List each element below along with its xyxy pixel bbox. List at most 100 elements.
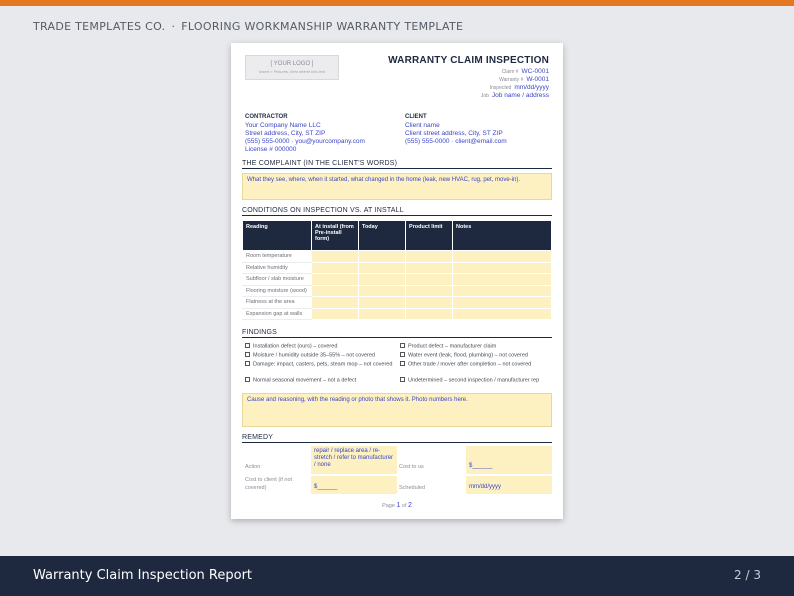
- cost-to-us-label: Cost to us: [399, 464, 424, 470]
- scheduled-label: Scheduled: [399, 485, 425, 491]
- logo-text: [ YOUR LOGO ]: [270, 61, 314, 67]
- cost-to-client-field[interactable]: $______: [311, 476, 397, 494]
- cell-input[interactable]: [452, 250, 552, 263]
- logo-hint: Insert > Pictures, then delete this text: [259, 69, 325, 74]
- slide-counter: 2 / 3: [734, 568, 761, 582]
- checkbox-icon[interactable]: [245, 343, 250, 348]
- cell-input[interactable]: [358, 273, 406, 286]
- cell-input[interactable]: [405, 250, 453, 263]
- contractor-address[interactable]: Street address, City, ST ZIP: [245, 130, 325, 137]
- finding-option[interactable]: Undetermined – second inspection / manuf…: [400, 377, 550, 384]
- column-header: At install (from Pre-install form): [311, 220, 359, 251]
- client-contact[interactable]: (555) 555-0000 · client@email.com: [405, 138, 507, 145]
- contractor-contact[interactable]: (555) 555-0000 · you@yourcompany.com: [245, 138, 365, 145]
- page-total: 2: [408, 502, 412, 509]
- inspected-date-field[interactable]: mm/dd/yyyy: [514, 84, 549, 91]
- job-field[interactable]: Job name / address: [492, 92, 549, 99]
- cell-input[interactable]: [311, 296, 359, 309]
- cell-input[interactable]: [452, 284, 552, 297]
- finding-option[interactable]: Damage: impact, casters, pets, steam mop…: [245, 361, 395, 368]
- job-row: Job Job name / address: [481, 92, 549, 99]
- contractor-name[interactable]: Your Company Name LLC: [245, 122, 321, 129]
- action-label: Action: [245, 464, 261, 470]
- cell-input[interactable]: [358, 284, 406, 297]
- cell-input[interactable]: [405, 307, 453, 320]
- footer-title: Warranty Claim Inspection Report: [33, 568, 253, 583]
- reading-label: Relative humidity: [242, 261, 312, 274]
- cost-to-client-label: Cost to client (if not covered): [245, 477, 293, 491]
- cell-input[interactable]: [405, 273, 453, 286]
- reading-label: Flatness at the area: [242, 296, 312, 309]
- action-field[interactable]: repair / replace area / re-stretch / ref…: [311, 446, 397, 474]
- cell-input[interactable]: [405, 261, 453, 274]
- cell-input[interactable]: [311, 261, 359, 274]
- client-address[interactable]: Client street address, City, ST ZIP: [405, 130, 503, 137]
- table-row: Flatness at the area: [242, 296, 552, 309]
- document-page: [ YOUR LOGO ] Insert > Pictures, then de…: [231, 43, 563, 519]
- warranty-number-field[interactable]: W-0001: [526, 76, 549, 83]
- contractor-heading: CONTRACTOR: [245, 114, 288, 120]
- cell-input[interactable]: [452, 273, 552, 286]
- table-header-row: Reading At install (from Pre-install for…: [242, 220, 552, 251]
- checkbox-icon[interactable]: [400, 361, 405, 366]
- complaint-heading: THE COMPLAINT (IN THE CLIENT'S WORDS): [242, 160, 552, 169]
- cell-input[interactable]: [311, 284, 359, 297]
- inspected-date-row: Inspected mm/dd/yyyy: [490, 84, 549, 91]
- cost-to-us-field[interactable]: $______: [466, 446, 552, 474]
- cell-input[interactable]: [358, 307, 406, 320]
- breadcrumb-separator: ·: [171, 20, 176, 33]
- finding-label: Installation defect (ours) – covered: [253, 343, 338, 350]
- client-name[interactable]: Client name: [405, 122, 440, 129]
- cell-input[interactable]: [311, 307, 359, 320]
- finding-option[interactable]: Product defect – manufacturer claim: [400, 343, 550, 350]
- cell-input[interactable]: [452, 307, 552, 320]
- cause-reasoning-field[interactable]: Cause and reasoning, with the reading or…: [242, 393, 552, 427]
- reading-label: Expansion gap at walls: [242, 307, 312, 320]
- checkbox-icon[interactable]: [245, 377, 250, 382]
- table-row: Flooring moisture (wood): [242, 284, 552, 297]
- finding-option[interactable]: Installation defect (ours) – covered: [245, 343, 395, 350]
- complaint-field[interactable]: What they see, where, when it started, w…: [242, 173, 552, 200]
- checkbox-icon[interactable]: [245, 352, 250, 357]
- finding-option[interactable]: Moisture / humidity outside 35–55% – not…: [245, 352, 395, 359]
- cell-input[interactable]: [311, 250, 359, 263]
- warranty-number-row: Warranty # W-0001: [499, 76, 549, 83]
- finding-label: Other trade / mover after completion – n…: [408, 361, 532, 368]
- meta-label: Job: [480, 93, 489, 99]
- finding-label: Moisture / humidity outside 35–55% – not…: [253, 352, 375, 359]
- cell-input[interactable]: [452, 261, 552, 274]
- scheduled-date-field[interactable]: mm/dd/yyyy: [466, 476, 552, 494]
- finding-label: Product defect – manufacturer claim: [408, 343, 497, 350]
- finding-option[interactable]: Water event (leak, flood, plumbing) – no…: [400, 352, 550, 359]
- cell-input[interactable]: [452, 296, 552, 309]
- checkbox-icon[interactable]: [400, 352, 405, 357]
- cell-input[interactable]: [358, 261, 406, 274]
- reading-label: Flooring moisture (wood): [242, 284, 312, 297]
- claim-number-row: Claim # WC-0001: [502, 68, 549, 75]
- cell-input[interactable]: [405, 284, 453, 297]
- reading-label: Subfloor / slab moisture: [242, 273, 312, 286]
- meta-label: Inspected: [489, 85, 512, 91]
- finding-label: Normal seasonal movement – not a defect: [253, 377, 357, 384]
- claim-number-field[interactable]: WC-0001: [522, 68, 549, 75]
- finding-label: Water event (leak, flood, plumbing) – no…: [408, 352, 528, 359]
- table-row: Relative humidity: [242, 261, 552, 274]
- column-header: Product limit: [405, 220, 453, 251]
- checkbox-icon[interactable]: [400, 343, 405, 348]
- checkbox-icon[interactable]: [245, 361, 250, 366]
- finding-option[interactable]: Normal seasonal movement – not a defect: [245, 377, 395, 384]
- cell-input[interactable]: [358, 296, 406, 309]
- cell-input[interactable]: [311, 273, 359, 286]
- table-row: Subfloor / slab moisture: [242, 273, 552, 286]
- finding-label: Undetermined – second inspection / manuf…: [408, 377, 540, 384]
- template-name: FLOORING WORKMANSHIP WARRANTY TEMPLATE: [181, 20, 464, 33]
- cell-input[interactable]: [405, 296, 453, 309]
- cell-input[interactable]: [358, 250, 406, 263]
- checkbox-icon[interactable]: [400, 377, 405, 382]
- document-title: WARRANTY CLAIM INSPECTION: [388, 55, 549, 66]
- contractor-license[interactable]: License # 000000: [245, 146, 296, 153]
- logo-placeholder[interactable]: [ YOUR LOGO ] Insert > Pictures, then de…: [245, 55, 339, 80]
- page-prefix: Page: [382, 503, 395, 509]
- finding-option[interactable]: Other trade / mover after completion – n…: [400, 361, 550, 368]
- conditions-heading: CONDITIONS ON INSPECTION VS. AT INSTALL: [242, 207, 552, 216]
